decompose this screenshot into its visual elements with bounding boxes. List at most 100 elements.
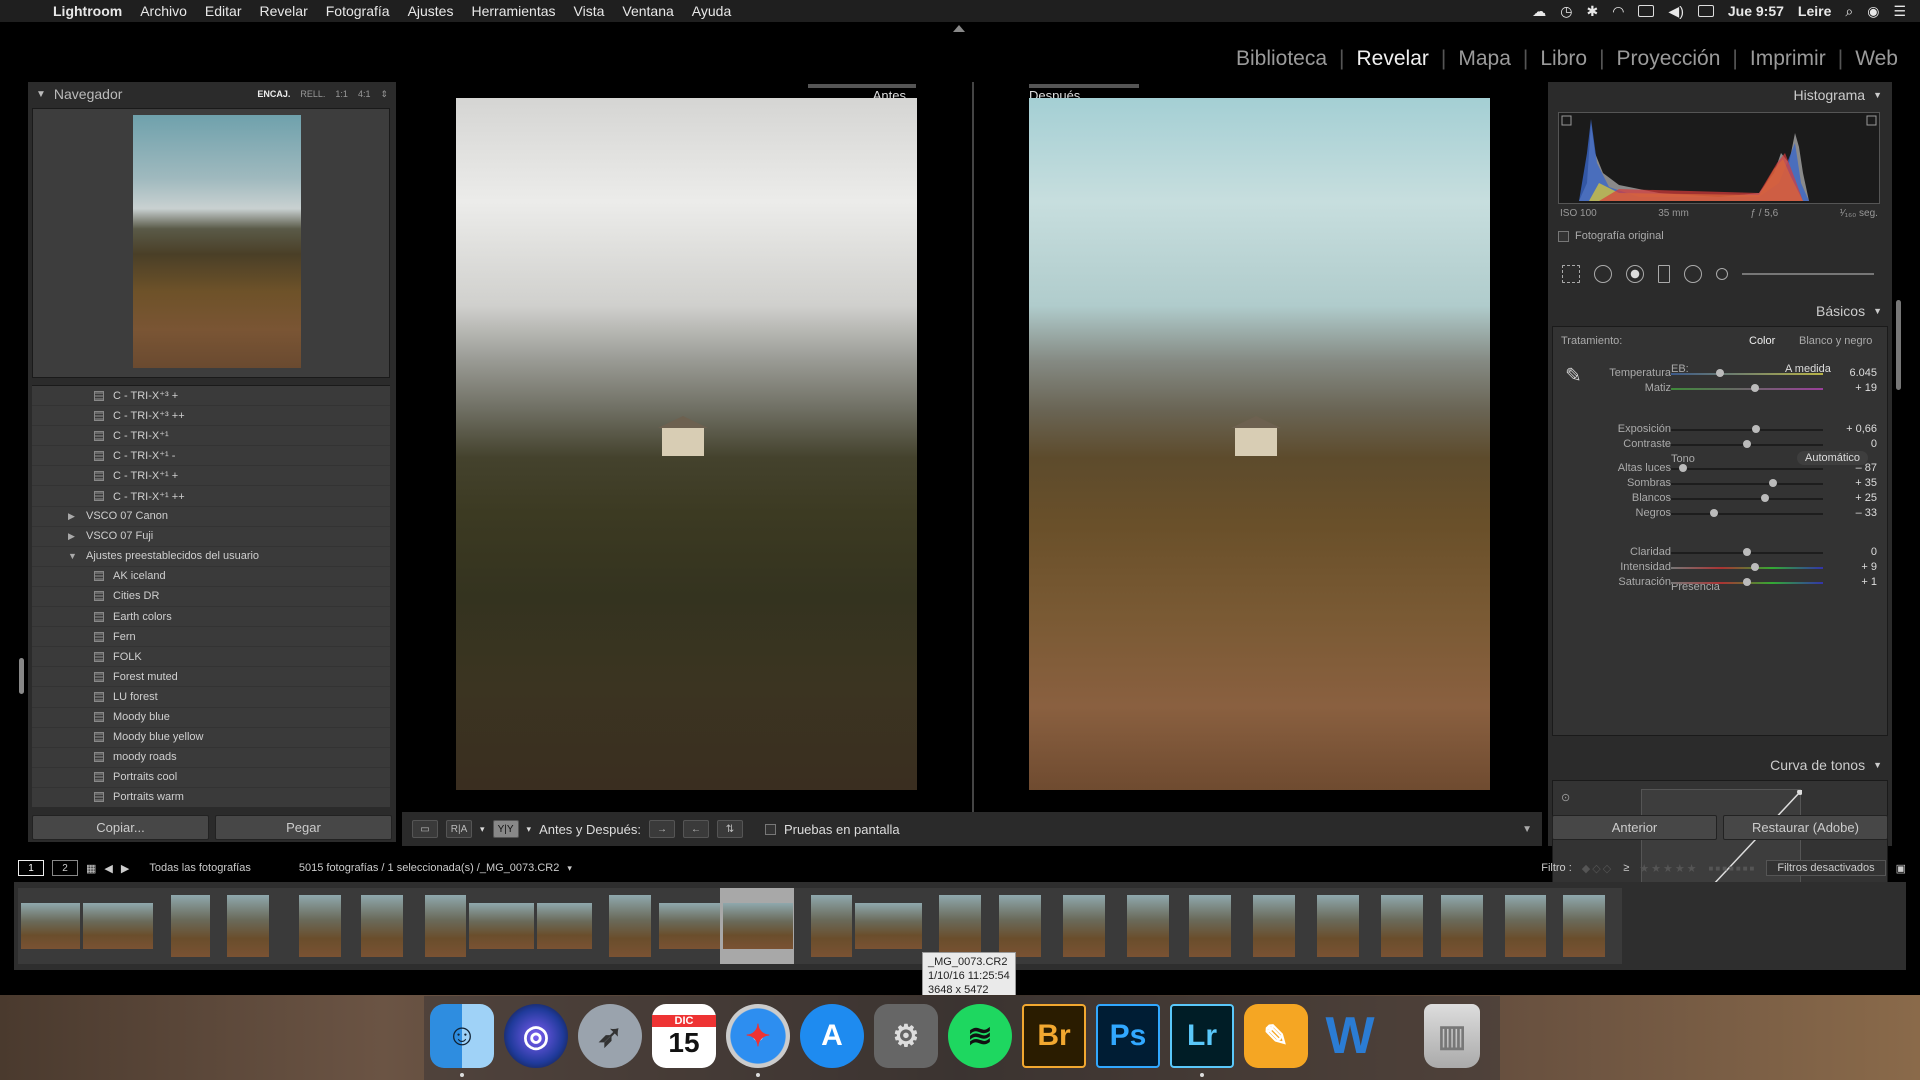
filmstrip-thumbnail[interactable] xyxy=(80,888,156,964)
module-biblioteca[interactable]: Biblioteca xyxy=(1224,47,1339,71)
dropdown-arrow-icon[interactable]: ▾ xyxy=(567,863,572,874)
disclosure-closed-icon[interactable]: ▶ xyxy=(68,531,86,542)
window-2-button[interactable]: 2 xyxy=(52,860,78,876)
slider-track[interactable] xyxy=(1671,483,1823,485)
slider-knob[interactable] xyxy=(1743,548,1751,556)
copy-after-to-before-icon[interactable]: ← xyxy=(682,820,709,838)
menu-app[interactable]: Lightroom xyxy=(44,3,131,19)
left-panel-scrollbar[interactable] xyxy=(19,658,24,694)
slider-value[interactable]: – 33 xyxy=(1837,507,1877,519)
copy-button[interactable]: Copiar... xyxy=(32,815,209,840)
toolbar-menu-icon[interactable]: ▼ xyxy=(1522,824,1532,835)
module-imprimir[interactable]: Imprimir xyxy=(1738,47,1838,71)
module-web[interactable]: Web xyxy=(1843,47,1910,71)
preset-item[interactable]: Moody blue xyxy=(32,708,390,728)
filmstrip-thumbnail-selected[interactable] xyxy=(720,888,796,964)
system-preferences-icon[interactable]: ⚙ xyxy=(874,1004,938,1068)
target-adjust-icon[interactable]: ⊙ xyxy=(1561,791,1570,804)
softproof-label[interactable]: Pruebas en pantalla xyxy=(784,822,900,837)
preset-item[interactable]: Forest muted xyxy=(32,667,390,688)
swap-before-after-icon[interactable]: ⇅ xyxy=(716,820,743,838)
zoom-fit[interactable]: ENCAJ. xyxy=(257,89,290,100)
menu-herramientas[interactable]: Herramientas xyxy=(462,3,564,19)
window-1-button[interactable]: 1 xyxy=(18,860,44,876)
previous-button[interactable]: Anterior xyxy=(1552,815,1717,840)
menu-ajustes[interactable]: Ajustes xyxy=(399,3,463,19)
menu-ayuda[interactable]: Ayuda xyxy=(683,3,740,19)
paste-button[interactable]: Pegar xyxy=(215,815,392,840)
slider-value[interactable]: 6.045 xyxy=(1837,367,1877,379)
basics-header[interactable]: Básicos ▼ xyxy=(1548,298,1892,324)
disclosure-open-icon[interactable]: ▼ xyxy=(68,551,86,561)
collapse-triangle-icon[interactable]: ▼ xyxy=(1873,306,1882,316)
preset-item[interactable]: C - TRI-X⁺³ ++ xyxy=(32,406,390,427)
app-store-icon[interactable]: A xyxy=(800,1004,864,1068)
menu-fotografia[interactable]: Fotografía xyxy=(317,3,399,19)
preset-item[interactable]: C - TRI-X⁺¹ + xyxy=(32,466,390,487)
slider-value[interactable]: + 25 xyxy=(1837,492,1877,504)
module-revelar[interactable]: Revelar xyxy=(1345,47,1441,71)
before-after-ra-icon[interactable]: R|A xyxy=(446,820,472,838)
spotlight-search-icon[interactable]: ⌕ xyxy=(1845,3,1853,20)
module-proyeccion[interactable]: Proyección xyxy=(1605,47,1733,71)
dropdown-arrow-icon[interactable]: ▾ xyxy=(527,824,532,835)
slider-knob[interactable] xyxy=(1750,384,1759,392)
radial-filter-icon[interactable] xyxy=(1684,265,1702,283)
slider-knob[interactable] xyxy=(1743,578,1751,586)
adjustment-brush-icon[interactable] xyxy=(1716,268,1728,280)
graduated-filter-icon[interactable] xyxy=(1658,265,1670,283)
slider-knob[interactable] xyxy=(1709,509,1718,517)
navigator-header[interactable]: ▼ Navegador ENCAJ. RELL. 1:1 4:1 ⇕ xyxy=(28,82,396,106)
rating-filter-stars[interactable]: ★★★★★ xyxy=(1639,862,1698,875)
slider-track[interactable] xyxy=(1671,373,1823,375)
slider-value[interactable]: + 19 xyxy=(1837,382,1877,394)
photoshop-icon[interactable]: Ps xyxy=(1096,1004,1160,1068)
slider-value[interactable]: + 0,66 xyxy=(1837,423,1877,435)
slider-value[interactable]: 0 xyxy=(1837,438,1877,450)
brush-slider[interactable] xyxy=(1742,273,1874,275)
preset-item[interactable]: Earth colors xyxy=(32,607,390,628)
navigator-thumbnail[interactable] xyxy=(133,115,301,368)
menu-editar[interactable]: Editar xyxy=(196,3,251,19)
preset-item[interactable]: moody roads xyxy=(32,748,390,768)
filmstrip-thumbnail[interactable] xyxy=(466,888,542,964)
preset-item[interactable]: C - TRI-X⁺¹ - xyxy=(32,446,390,467)
collapse-triangle-icon[interactable]: ▼ xyxy=(36,89,46,100)
before-after-yy-icon[interactable]: Y|Y xyxy=(492,820,519,838)
slider-track[interactable] xyxy=(1671,513,1823,515)
user-name[interactable]: Leire xyxy=(1798,3,1831,19)
zoom-1-1[interactable]: 1:1 xyxy=(335,89,348,100)
slider-value[interactable]: + 1 xyxy=(1837,576,1877,588)
menu-archivo[interactable]: Archivo xyxy=(131,3,196,19)
flag-filter-icon[interactable]: ◆◇◇ xyxy=(1582,862,1613,875)
forward-arrow-icon[interactable]: ▶ xyxy=(121,862,129,875)
lightroom-icon[interactable]: Lr xyxy=(1170,1004,1234,1068)
filmstrip-thumbnail[interactable] xyxy=(1546,888,1622,964)
filmstrip-thumbnail[interactable] xyxy=(210,888,286,964)
finder-icon[interactable]: ☺ xyxy=(430,1004,494,1068)
top-panel-toggle-icon[interactable] xyxy=(953,25,965,32)
filmstrip-thumbnail[interactable] xyxy=(852,888,928,964)
zoom-stepper-icon[interactable]: ⇕ xyxy=(380,89,388,100)
clock[interactable]: Jue 9:57 xyxy=(1728,3,1784,19)
slider-track[interactable] xyxy=(1671,388,1823,390)
after-photo[interactable] xyxy=(1029,98,1490,790)
preset-item[interactable]: LU forest xyxy=(32,687,390,708)
grid-view-icon[interactable]: ▦ xyxy=(86,862,96,875)
softproof-checkbox[interactable] xyxy=(764,823,776,835)
spotify-icon[interactable]: ≋ xyxy=(948,1004,1012,1068)
trash-icon[interactable]: ▥ xyxy=(1424,1004,1480,1068)
before-photo[interactable] xyxy=(456,98,917,790)
slider-track[interactable] xyxy=(1671,567,1823,569)
slider-knob[interactable] xyxy=(1743,440,1751,448)
zoom-fill[interactable]: RELL. xyxy=(300,89,325,100)
navigator-preview[interactable] xyxy=(32,108,390,378)
safari-icon[interactable]: ✦ xyxy=(726,1004,790,1068)
original-photo-checkbox[interactable] xyxy=(1558,230,1569,242)
right-panel-scrollbar[interactable] xyxy=(1896,300,1901,390)
preset-item[interactable]: Cities DR xyxy=(32,587,390,608)
slider-knob[interactable] xyxy=(1750,563,1759,571)
slider-track[interactable] xyxy=(1671,498,1823,500)
pages-icon[interactable]: ✎ xyxy=(1244,1004,1308,1068)
module-libro[interactable]: Libro xyxy=(1528,47,1599,71)
